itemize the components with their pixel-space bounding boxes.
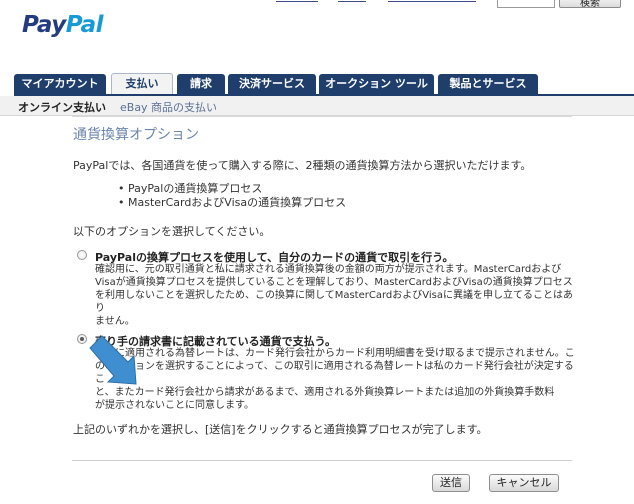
desc-line: を利用しないことを選択したため、この換算に関してMasterCardおよびVis… — [95, 290, 573, 314]
pointer-arrow-icon — [89, 335, 137, 385]
list-item: MasterCardおよびVisaの通貨換算プロセス — [118, 196, 346, 210]
option-description: 確認用に、元の取引通貨と私に請求される通貨換算後の金額の両方が提示されます。Ma… — [95, 263, 575, 328]
paypal-logo[interactable]: PayPal — [22, 12, 104, 38]
tab-billing[interactable]: 請求 — [177, 74, 225, 94]
desc-line: のオプションを選択することによって、この取引に適用される為替レートは私のカード発… — [95, 361, 574, 385]
tab-auction-tools[interactable]: オークション ツール — [319, 74, 434, 94]
desc-line: Visaが通貨換算プロセスを提供していることを理解しており、MasterCard… — [95, 277, 573, 288]
select-prompt: 以下のオプションを選択してください。 — [73, 225, 271, 238]
divider — [72, 116, 572, 117]
option-description: 取引に適用される為替レートは、カード発行会社からカード利用明細書を受け取るまで提… — [95, 347, 575, 412]
logo-pal: Pal — [65, 12, 104, 38]
subnav-ebay-payments[interactable]: eBay 商品の支払い — [120, 99, 217, 115]
desc-line: 取引に適用される為替レートは、カード発行会社からカード利用明細書を受け取るまで提… — [95, 348, 575, 359]
submit-button[interactable]: 送信 — [432, 474, 470, 492]
divider — [72, 460, 572, 461]
instruction-text: 上記のいずれかを選択し、[送信]をクリックすると通貨換算プロセスが完了します。 — [73, 423, 488, 436]
desc-line: と、またカード発行会社から請求があるまで、適用される外貨換算レートまたは追加の外… — [95, 387, 555, 398]
tab-merchant-services[interactable]: 決済サービス — [228, 74, 316, 94]
list-item: PayPalの通貨換算プロセス — [118, 182, 346, 196]
desc-line: が提示されないことに同意します。 — [95, 400, 254, 411]
top-link[interactable] — [338, 0, 366, 2]
subnav: オンライン支払い eBay 商品の支払い — [0, 96, 634, 116]
radio-button-selected[interactable] — [77, 334, 87, 344]
subnav-online-payments[interactable]: オンライン支払い — [18, 99, 106, 115]
main-tabs: マイアカウント 支払い 請求 決済サービス オークション ツール 製品とサービス — [14, 73, 634, 95]
search-button[interactable]: 検索 — [559, 0, 621, 9]
logo-pay: Pay — [22, 12, 66, 38]
tab-my-account[interactable]: マイアカウント — [14, 74, 106, 94]
intro-text: PayPalでは、各国通貨を使って購入する際に、2種類の通貨換算方法から選択いた… — [73, 159, 532, 172]
tab-products-services[interactable]: 製品とサービス — [438, 74, 538, 94]
top-link[interactable] — [388, 0, 476, 2]
page-title: 通貨換算オプション — [73, 127, 199, 143]
top-utility-links — [276, 0, 476, 6]
desc-line: 確認用に、元の取引通貨と私に請求される通貨換算後の金額の両方が提示されます。Ma… — [95, 264, 562, 275]
search-input[interactable] — [497, 0, 555, 8]
radio-button[interactable] — [77, 250, 87, 260]
cancel-button[interactable]: キャンセル — [489, 474, 559, 492]
tab-payments[interactable]: 支払い — [111, 73, 173, 95]
top-link[interactable] — [276, 0, 318, 2]
desc-line: ません。 — [95, 316, 135, 327]
bullet-list: PayPalの通貨換算プロセス MasterCardおよびVisaの通貨換算プロ… — [118, 182, 346, 210]
